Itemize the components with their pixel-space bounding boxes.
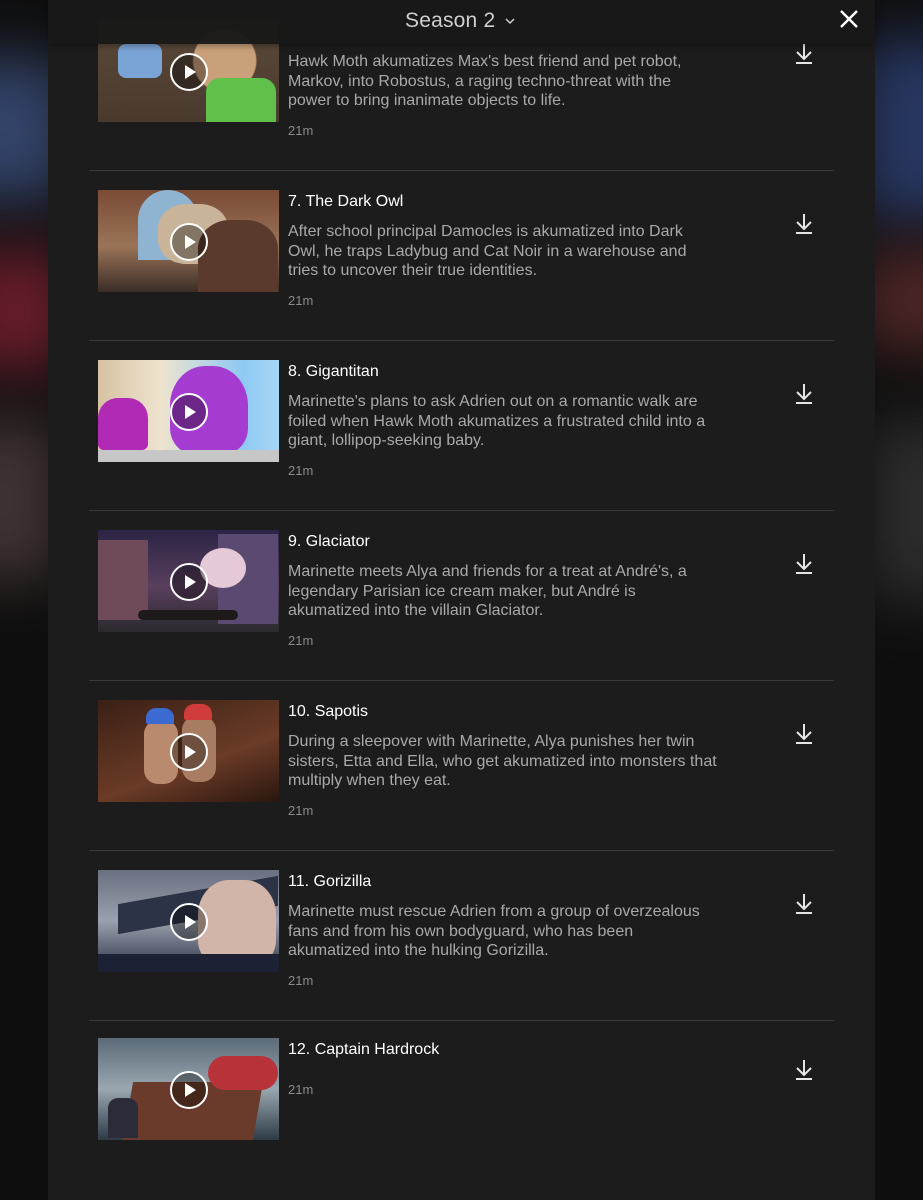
episode-description: During a sleepover with Marinette, Alya … xyxy=(288,733,717,790)
episode-duration: 21m xyxy=(288,803,314,818)
close-icon[interactable] xyxy=(838,8,860,30)
episode-duration: 21m xyxy=(288,463,314,478)
episode-item: 9. Glaciator Marinette meets Alya and fr… xyxy=(48,510,875,681)
episode-title: 12. Captain Hardrock xyxy=(288,1041,440,1058)
episode-title: 10. Sapotis xyxy=(288,703,369,720)
download-icon[interactable] xyxy=(793,722,815,746)
episode-description: After school principal Damocles is akuma… xyxy=(288,223,687,280)
episode-item: 10. Sapotis During a sleepover with Mari… xyxy=(48,680,875,851)
play-icon[interactable] xyxy=(170,903,208,941)
episode-description: Hawk Moth akumatizes Max's best friend a… xyxy=(288,53,682,110)
episode-title: 8. Gigantitan xyxy=(288,363,379,380)
episode-item: 12. Captain Hardrock 21m xyxy=(48,1020,875,1190)
episode-duration: 21m xyxy=(288,123,314,138)
episode-title: 9. Glaciator xyxy=(288,533,370,550)
download-icon[interactable] xyxy=(793,1058,815,1082)
episode-thumbnail[interactable] xyxy=(98,530,279,632)
episode-duration: 21m xyxy=(288,633,314,648)
episode-thumbnail[interactable] xyxy=(98,700,279,802)
download-icon[interactable] xyxy=(793,552,815,576)
episode-title: 7. The Dark Owl xyxy=(288,193,404,210)
episode-thumbnail[interactable] xyxy=(98,870,279,972)
download-icon[interactable] xyxy=(793,212,815,236)
episode-duration: 21m xyxy=(288,293,314,308)
episode-item: 8. Gigantitan Marinette's plans to ask A… xyxy=(48,340,875,511)
episode-description: Marinette meets Alya and friends for a t… xyxy=(288,563,687,620)
episode-item: 11. Gorizilla Marinette must rescue Adri… xyxy=(48,850,875,1021)
download-icon[interactable] xyxy=(793,382,815,406)
episode-duration: 21m xyxy=(288,1082,314,1097)
play-icon[interactable] xyxy=(170,223,208,261)
play-icon[interactable] xyxy=(170,563,208,601)
episode-thumbnail[interactable] xyxy=(98,1038,279,1140)
episode-thumbnail[interactable] xyxy=(98,360,279,462)
download-icon[interactable] xyxy=(793,892,815,916)
play-icon[interactable] xyxy=(170,53,208,91)
chevron-down-icon xyxy=(505,18,515,25)
episode-title: 11. Gorizilla xyxy=(288,873,372,890)
season-selector[interactable]: Season 2 xyxy=(405,7,515,35)
episode-item: 7. The Dark Owl After school principal D… xyxy=(48,170,875,341)
season-label: Season 2 xyxy=(405,9,496,32)
play-icon[interactable] xyxy=(170,393,208,431)
season-header: Season 2 xyxy=(48,0,875,44)
episode-duration: 21m xyxy=(288,973,314,988)
download-icon[interactable] xyxy=(793,42,815,66)
play-icon[interactable] xyxy=(170,1071,208,1109)
episode-description: Marinette must rescue Adrien from a grou… xyxy=(288,903,700,960)
play-icon[interactable] xyxy=(170,733,208,771)
episode-thumbnail[interactable] xyxy=(98,190,279,292)
episode-description: Marinette's plans to ask Adrien out on a… xyxy=(288,393,706,450)
